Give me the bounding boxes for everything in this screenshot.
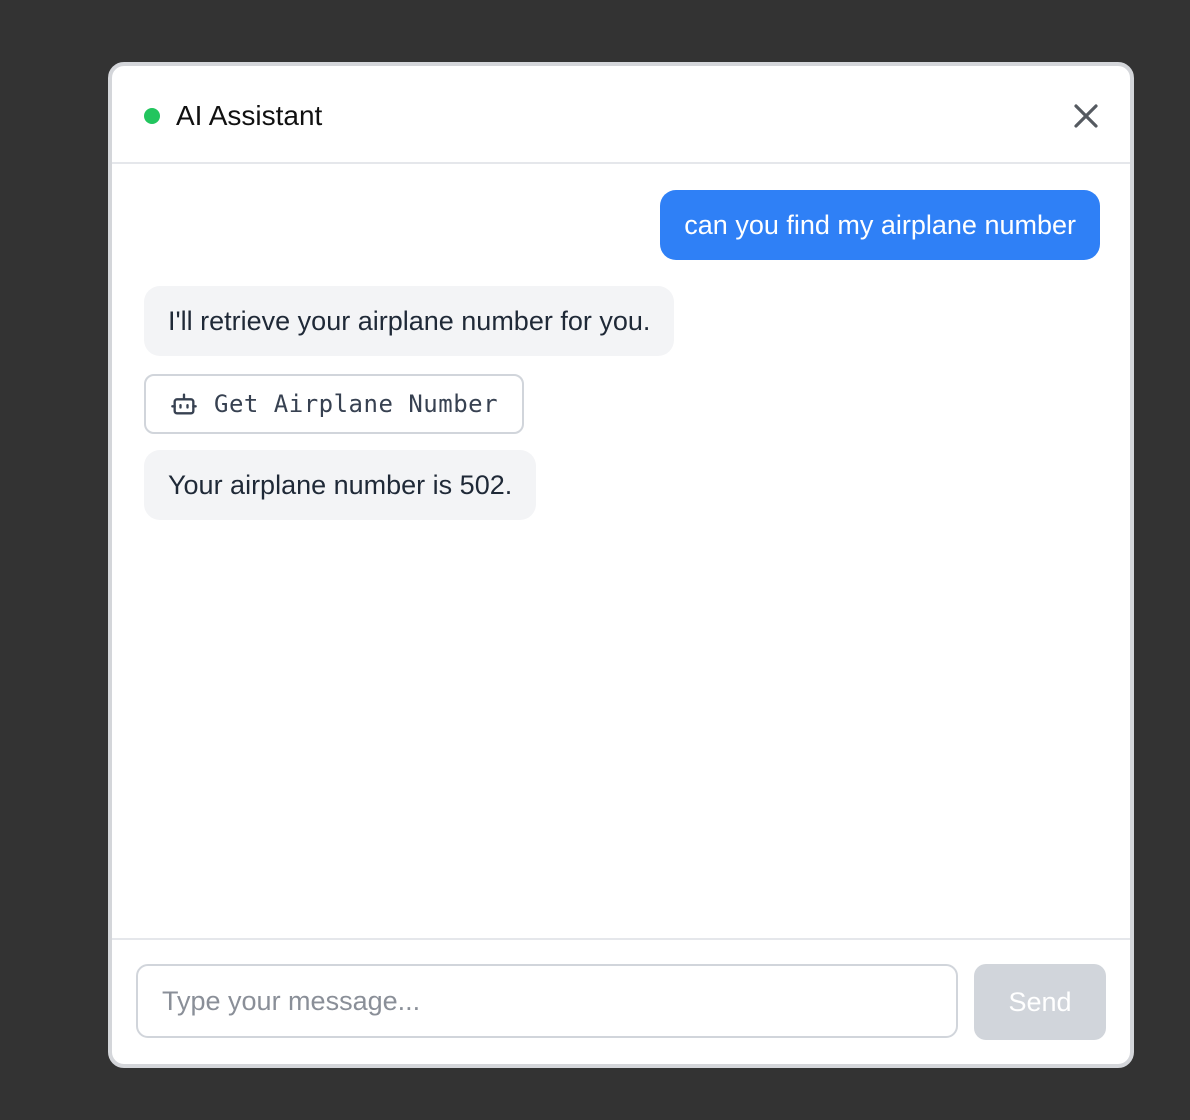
message-list[interactable]: can you find my airplane number I'll ret… [112, 164, 1130, 938]
message-input[interactable] [136, 964, 958, 1038]
user-message: can you find my airplane number [660, 190, 1100, 260]
online-status-indicator [144, 108, 160, 124]
send-button[interactable]: Send [974, 964, 1106, 1040]
chat-window: AI Assistant can you find my airplane nu… [108, 62, 1134, 1068]
chat-header: AI Assistant [112, 66, 1130, 164]
composer: Send [112, 938, 1130, 1064]
assistant-message: I'll retrieve your airplane number for y… [144, 286, 675, 356]
assistant-message: Your airplane number is 502. [144, 450, 537, 520]
robot-icon [171, 393, 197, 415]
chat-title: AI Assistant [176, 100, 323, 131]
close-button[interactable] [1068, 98, 1104, 134]
tool-call-label: Get Airplane Number [214, 390, 499, 418]
close-icon [1074, 104, 1098, 128]
tool-call-chip[interactable]: Get Airplane Number [144, 374, 525, 434]
